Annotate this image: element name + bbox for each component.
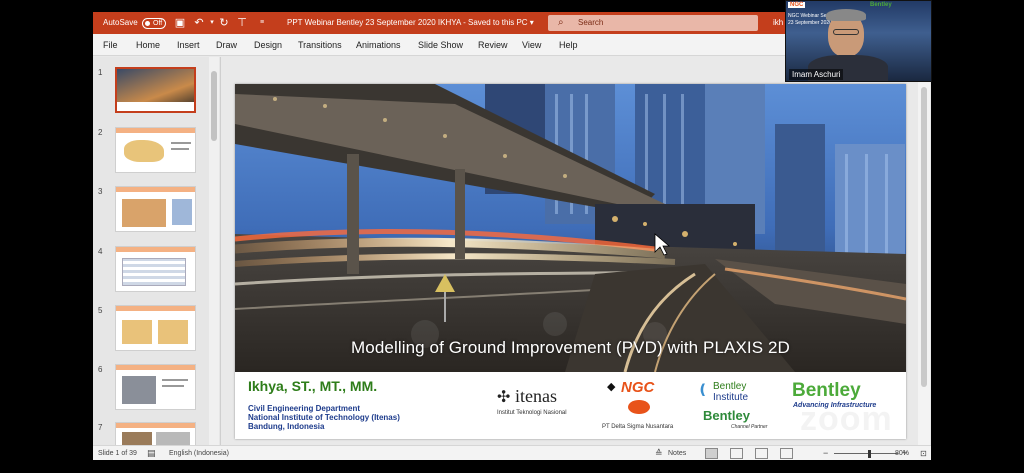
notes-icon[interactable]: ≙ <box>655 446 663 460</box>
menu-design[interactable]: Design <box>254 34 282 56</box>
city-highway-photo <box>235 84 906 372</box>
webcam-bentley-logo: Bentley <box>870 2 892 8</box>
thumb-number: 2 <box>98 128 103 137</box>
fit-to-window-icon[interactable]: ⊡ <box>920 446 927 460</box>
glasses-icon <box>833 29 859 35</box>
slide-count: Slide 1 of 39 <box>98 450 137 457</box>
menu-help[interactable]: Help <box>559 34 578 56</box>
ngc-mark-icon: ◆ <box>607 381 616 393</box>
search-placeholder: Search <box>578 18 604 27</box>
search-icon: ⌕ <box>558 17 564 28</box>
thumb-number: 3 <box>98 187 103 196</box>
thumb-number: 6 <box>98 365 103 374</box>
user-initials[interactable]: ikh <box>773 12 783 34</box>
menu-draw[interactable]: Draw <box>216 34 237 56</box>
language[interactable]: English (Indonesia) <box>169 446 229 460</box>
thumb-number: 7 <box>98 423 103 432</box>
zoom-level[interactable]: 80% <box>895 446 913 460</box>
save-icon[interactable]: ▣ <box>173 16 187 30</box>
autosave-label: AutoSave <box>103 18 138 27</box>
thumbnails-scrollbar[interactable] <box>209 57 219 445</box>
editor-scrollbar[interactable] <box>918 57 930 445</box>
slide-thumbnail-2[interactable] <box>115 127 196 173</box>
slide-title: Modelling of Ground Improvement (PVD) wi… <box>351 338 790 357</box>
present-icon[interactable]: ⊤ <box>235 16 249 30</box>
slide-sorter-button[interactable] <box>730 448 743 459</box>
status-bar: Slide 1 of 39 ▤ English (Indonesia) ≙ No… <box>93 445 931 460</box>
slide-editor: Modelling of Ground Improvement (PVD) wi… <box>222 57 931 445</box>
thumb-number: 4 <box>98 247 103 256</box>
slide-thumbnail-4[interactable] <box>115 246 196 292</box>
delta-mark-icon <box>628 400 650 414</box>
menu-insert[interactable]: Insert <box>177 34 200 56</box>
normal-view-button[interactable] <box>705 448 718 459</box>
itenas-mark-icon: ✣ <box>497 389 511 406</box>
slide-thumbnail-1[interactable] <box>115 67 196 113</box>
menu-file[interactable]: File <box>103 34 118 56</box>
slide-thumbnail-7[interactable] <box>115 422 196 445</box>
screen: AutoSave Off ▣ ↶ ▾ ↻ ⊤ ≡ PPT Webinar Ben… <box>0 0 1024 473</box>
menu-animations[interactable]: Animations <box>356 34 401 56</box>
zoom-slider-handle[interactable] <box>868 450 871 458</box>
slide-thumbnail-3[interactable] <box>115 186 196 232</box>
redo-icon[interactable]: ↻ <box>217 16 231 30</box>
document-title: PPT Webinar Bentley 23 September 2020 IK… <box>287 18 534 27</box>
menu-review[interactable]: Review <box>478 34 508 56</box>
current-slide[interactable]: Modelling of Ground Improvement (PVD) wi… <box>235 84 906 439</box>
reading-view-button[interactable] <box>755 448 768 459</box>
bentley-institute-mark-icon: ❪ <box>697 381 709 397</box>
slide-show-button[interactable] <box>780 448 793 459</box>
affiliation-line-1: Civil Engineering Department <box>248 404 361 413</box>
affiliation-line-2: National Institute of Technology (Itenas… <box>248 413 400 422</box>
thumb-number: 1 <box>98 68 103 77</box>
menu-view[interactable]: View <box>522 34 541 56</box>
slide-thumbnails-pane: 1 2 3 4 5 6 7 <box>93 57 221 445</box>
search-box[interactable]: ⌕ Search <box>548 15 758 31</box>
webcam-ngc-logo: NGC <box>788 2 806 8</box>
accessibility-icon[interactable]: ▤ <box>147 446 156 460</box>
webcam-video: NGC Bentley NGC Webinar Series 23 Septem… <box>785 0 932 82</box>
participant-name: Imam Aschuri <box>789 69 844 80</box>
affiliation-line-3: Bandung, Indonesia <box>248 422 325 431</box>
menu-home[interactable]: Home <box>136 34 160 56</box>
thumb-number: 5 <box>98 306 103 315</box>
undo-icon[interactable]: ↶ <box>192 16 206 30</box>
author-name: Ikhya, ST., MT., MM. <box>248 378 378 394</box>
zoom-slider[interactable] <box>834 453 898 454</box>
notes-button[interactable]: Notes <box>668 446 686 460</box>
menu-transitions[interactable]: Transitions <box>298 34 342 56</box>
zoom-watermark: zoom <box>800 400 893 438</box>
webcam-caption-2: 23 September 2020 <box>788 20 832 26</box>
slide-thumbnail-6[interactable] <box>115 364 196 410</box>
customize-toolbar-icon[interactable]: ≡ <box>255 16 269 30</box>
autosave-toggle[interactable]: Off <box>142 18 166 29</box>
slide-thumbnail-5[interactable] <box>115 305 196 351</box>
zoom-out-icon[interactable]: − <box>823 446 828 460</box>
menu-slide-show[interactable]: Slide Show <box>418 34 463 56</box>
person-hair <box>826 9 866 21</box>
